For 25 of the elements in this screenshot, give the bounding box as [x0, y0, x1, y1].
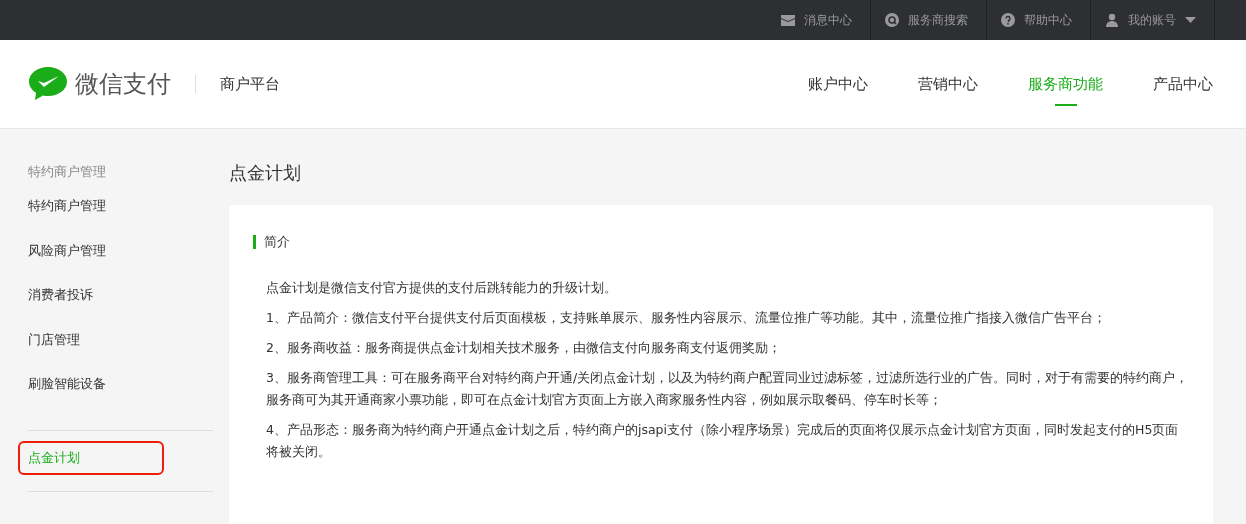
sidebar-item[interactable]: 风险商户管理 — [28, 239, 213, 262]
sidebar-group-title: 特约商户管理 — [28, 163, 107, 181]
sidebar-item[interactable]: 刷脸智能设备 — [28, 373, 213, 395]
mail-icon — [781, 14, 795, 26]
top-bar-link[interactable]: 消息中心 — [767, 0, 870, 40]
nav-tab[interactable]: 营销中心 — [918, 40, 978, 128]
help-icon — [1001, 13, 1015, 27]
section-title: 简介 — [253, 235, 1189, 249]
paragraph: 4、产品形态：服务商为特约商户开通点金计划之后，特约商户的jsapi支付（除小程序场景）完成后的页面将仅展示点金计划官方页面，同时发起支付的H5页面将被关闭。 — [266, 421, 1180, 461]
page-title: 点金计划 — [229, 161, 302, 185]
caret-icon — [1185, 17, 1196, 23]
search-icon — [885, 13, 899, 27]
paragraph: 3、服务商管理工具：可在服务商平台对特约商户开通/关闭点金计划，以及为特约商户配置同业过滤标签，过滤所选行业的广告。同时，对于有需要的特约商户，服务商可为其开通商家小票功能，即可在点金计划官方页面上方嵌入商家服务性内容，例如展示取餐码、停车时长等； — [266, 369, 1189, 409]
logo-icon — [28, 66, 68, 102]
nav-tab[interactable]: 账户中心 — [808, 40, 868, 128]
paragraph: 点金计划是微信支付官方提供的支付后跳转能力的升级计划。 — [266, 279, 618, 297]
user-icon — [1105, 13, 1119, 27]
nav-tab[interactable]: 产品中心 — [1153, 40, 1213, 128]
sidebar-item[interactable]: 门店管理 — [28, 328, 213, 351]
sidebar-item[interactable]: 消费者投诉 — [28, 284, 213, 306]
paragraph: 2、服务商收益：服务商提供点金计划相关技术服务，由微信支付向服务商支付返佣奖励； — [266, 339, 782, 357]
sidebar-item[interactable]: 特约商户管理 — [28, 195, 213, 217]
paragraph: 1、产品简介：微信支付平台提供支付后页面模板，支持账单展示、服务性内容展示、流量位推广等功能。其中，流量位推广指接入微信广告平台； — [266, 309, 1107, 327]
platform-name: 商户平台 — [220, 74, 280, 94]
logo-text: 微信支付 — [75, 69, 171, 100]
